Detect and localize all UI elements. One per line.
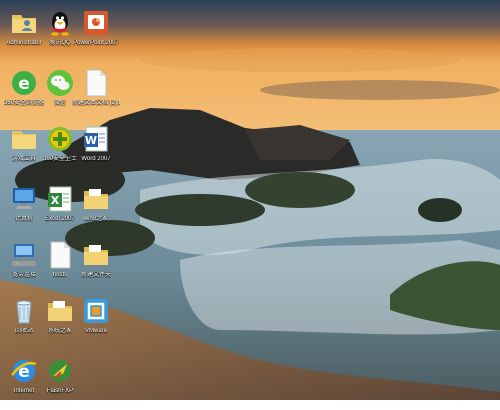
excel-icon: X [45,184,75,214]
ppt-icon [81,8,111,38]
qq-icon [45,8,75,38]
vmware-icon [81,296,111,326]
guard-icon [45,124,75,154]
desktop-icon-label: 360安全浏览器 [4,100,45,106]
desktop-icon-label: 新建文本文档 (2).txt [72,100,120,106]
ie-green-icon: e [9,68,39,98]
desktop-icon-wechat[interactable]: 微信 [40,68,80,122]
desktop-icon-ie[interactable]: e Internet [4,356,44,410]
desktop-icon-recycle-bin[interactable]: 回收站 [4,296,44,350]
folder-user-icon [9,8,39,38]
computer-icon [9,184,39,214]
desktop-icon-label: Excel 2007 [45,216,75,222]
desktop-icon-label: Administrator [6,40,42,46]
desktop-icon-browser-360[interactable]: e 360安全浏览器 [4,68,44,122]
desktop-icon-qq[interactable]: 腾讯QQ [40,8,80,62]
desktop-icon-label: 360安全卫士 [42,156,77,162]
desktop-icon-new-folder[interactable]: 新建文件夹 [76,240,116,294]
svg-text:W: W [85,134,97,147]
desktop-icon-label: 回收站 [14,328,33,334]
desktop-icon-label: 微信 [53,100,66,106]
svg-text:X: X [51,194,60,207]
folder-doc-icon [81,240,111,270]
doc-blank-icon [45,240,75,270]
desktop-icon-guard-360[interactable]: 360安全卫士 [40,124,80,178]
folder-doc-icon [45,296,75,326]
desktop-icon-label: 计算机 [14,216,33,222]
wechat-icon [45,68,75,98]
desktop-icon-tools-folder[interactable]: 游戏工具 [4,124,44,178]
flashfxp-icon [45,356,75,386]
ie-icon: e [9,356,39,386]
folder-icon [9,124,39,154]
desktop-icon-hosts[interactable]: hosts [40,240,80,294]
network-icon [9,240,39,270]
doc-blank-icon [81,68,111,98]
desktop-icon-sys-folder[interactable]: 系统之家 [40,296,80,350]
desktop-icon-computer[interactable]: 计算机 [4,184,44,238]
desktop-icon-label: 宽带连接 [11,272,36,278]
desktop-icon-network[interactable]: 宽带连接 [4,240,44,294]
desktop-icon-new-text[interactable]: 新建文本文档 (2).txt [72,68,120,122]
desktop-icon-label: FlashFXP [46,388,74,394]
desktop-icon-label: 新建文件夹 [80,272,111,278]
desktop-icon-area: Administrator 腾讯QQ PowerPoint 2007 e 360安全浏览… [0,0,500,400]
desktop-icon-excel[interactable]: X Excel 2007 [40,184,80,238]
desktop-icon-label: Word 2007 [81,156,111,162]
desktop-icon-vmware[interactable]: VMware [76,296,116,350]
desktop-icon-powerpoint[interactable]: PowerPoint 2007 [73,8,119,62]
desktop-icon-flashfxp[interactable]: FlashFXP [40,356,80,410]
word-icon: W [81,124,111,154]
folder-doc-icon [81,184,111,214]
desktop-icon-label: VMware [84,328,107,334]
desktop-icon-label: 游戏工具 [11,156,36,162]
desktop-icon-label: 系统之家 [47,328,72,334]
desktop-icon-label: win8之家 [83,216,109,222]
desktop-icon-label: hosts [52,272,68,278]
desktop-icon-label: PowerPoint 2007 [73,40,119,46]
desktop-icon-win8-folder[interactable]: win8之家 [76,184,116,238]
recycle-icon [9,296,39,326]
desktop-icon-word[interactable]: W Word 2007 [76,124,116,178]
desktop-icon-folder-user[interactable]: Administrator [4,8,44,62]
svg-text:e: e [18,74,30,94]
desktop-icon-label: 腾讯QQ [49,40,71,46]
desktop-icon-label: Internet [13,388,35,394]
